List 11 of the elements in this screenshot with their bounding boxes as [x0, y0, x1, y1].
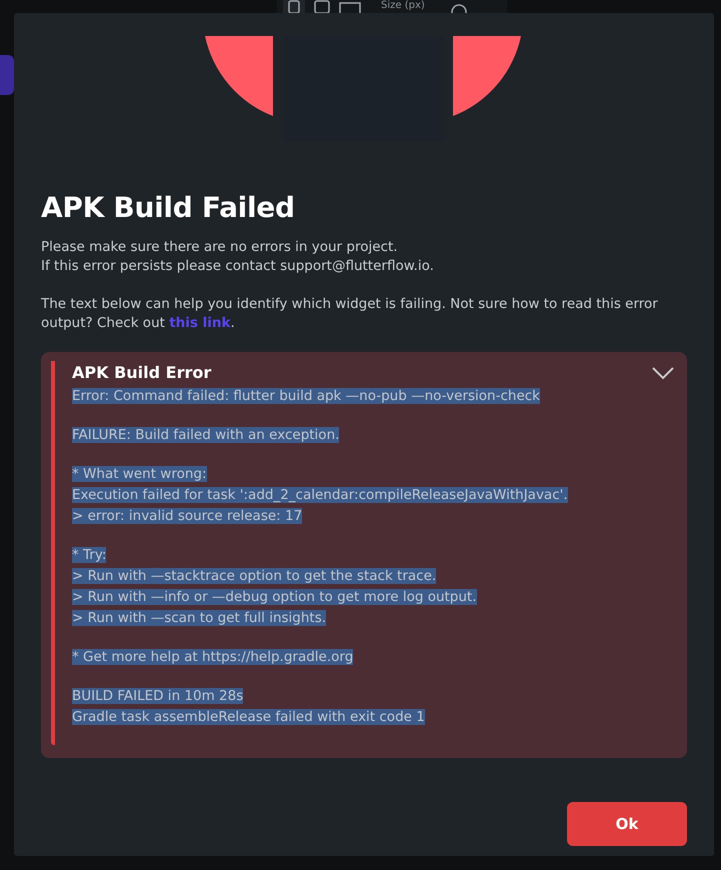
message-text: If this error persists please contact support@flutterflow.io.: [41, 257, 434, 276]
dialog-title: APK Build Failed: [41, 190, 296, 226]
ok-button[interactable]: Ok: [567, 802, 687, 846]
message-text: Please make sure there are no errors in your project.: [41, 238, 398, 257]
help-text: The text below can help you identify which widget is failing. Not sure how to read this error output? Check out this link.: [41, 295, 659, 333]
tablet-icon[interactable]: [314, 0, 330, 14]
panel-title: APK Build Error: [72, 362, 212, 384]
help-link[interactable]: this link: [169, 315, 230, 331]
chevron-down-icon[interactable]: [651, 366, 675, 380]
phone-icon[interactable]: [288, 0, 300, 14]
size-label: Size (px): [381, 0, 425, 12]
